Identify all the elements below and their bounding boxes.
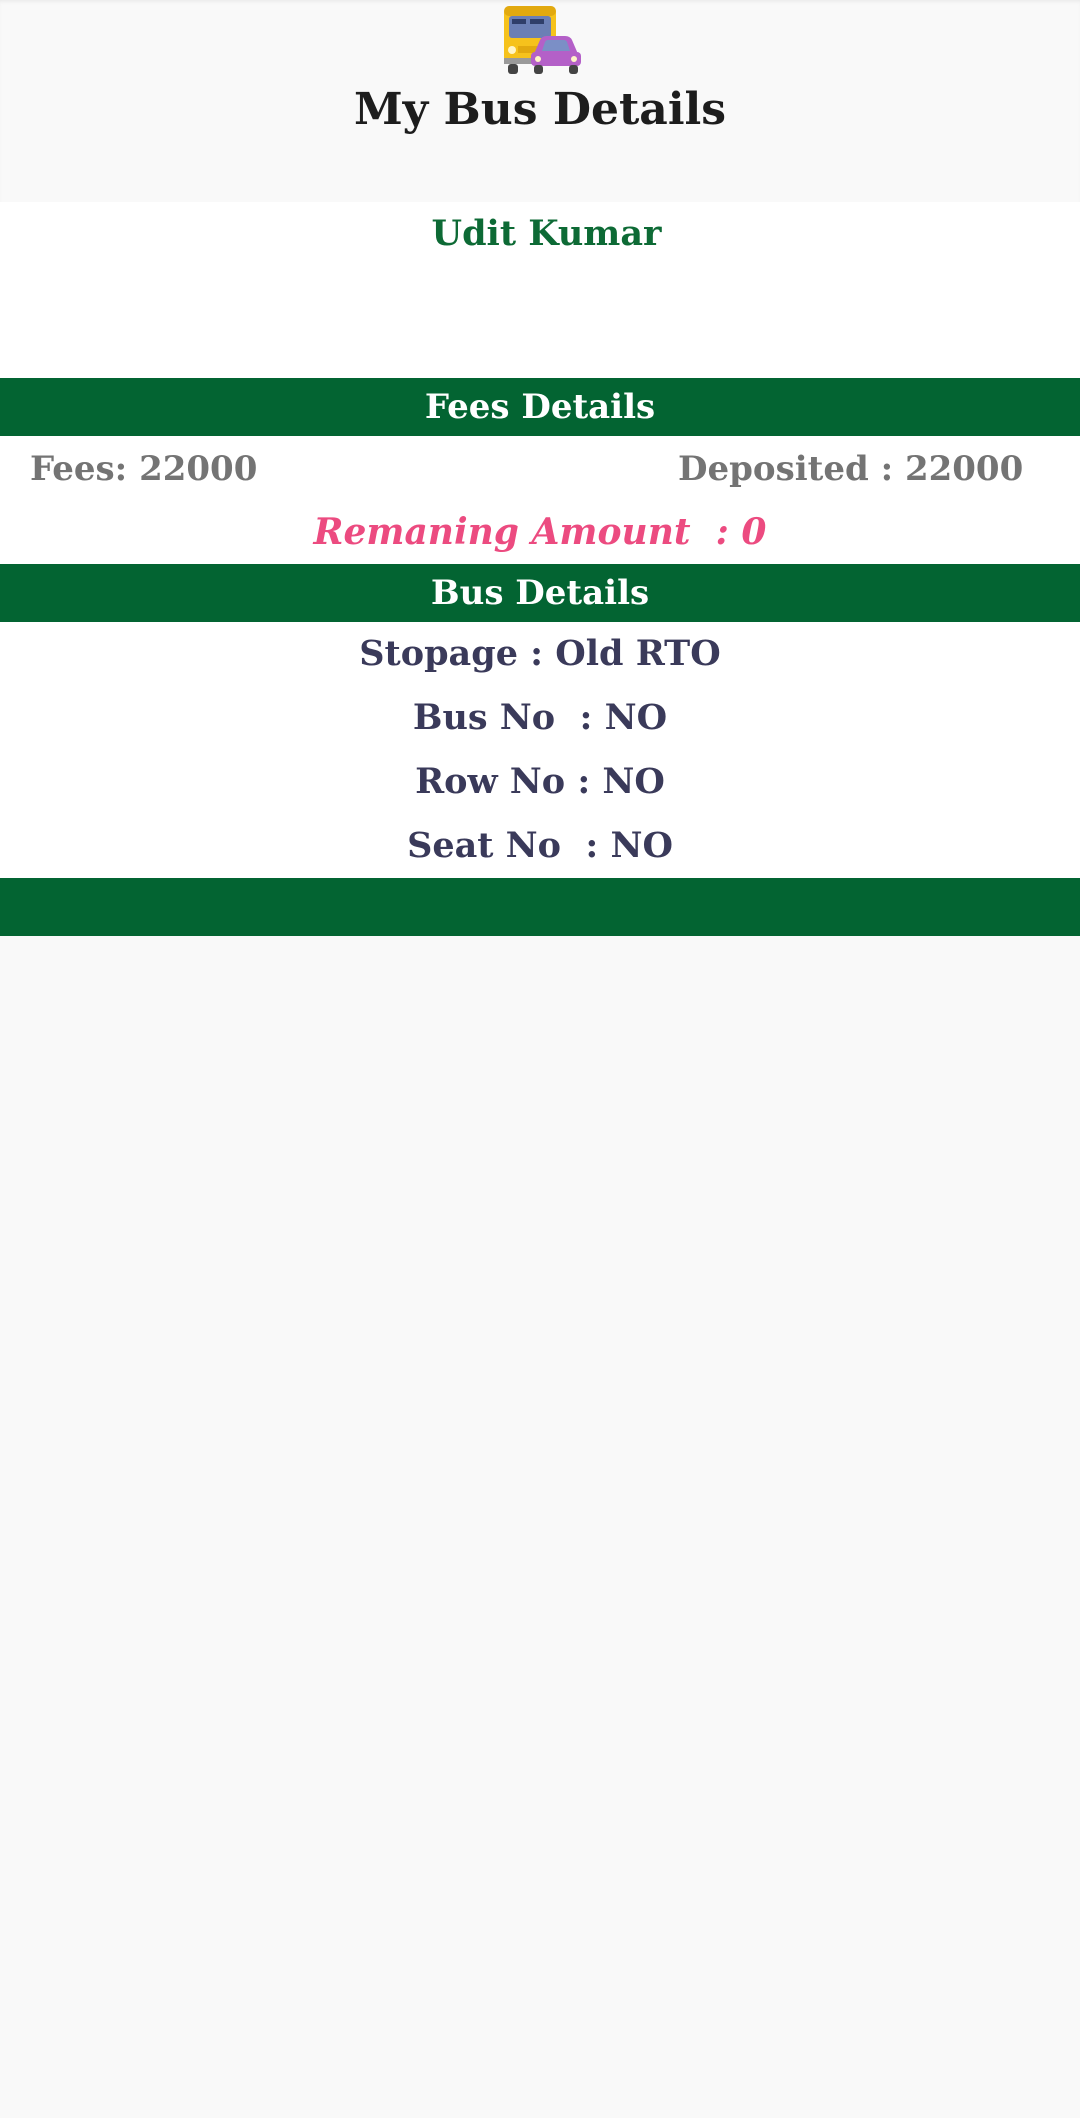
fees-details: Fees: 22000 Deposited : 22000 Remaning A… (0, 436, 1080, 564)
student-info: Udit Kumar (0, 202, 1080, 378)
page-title: My Bus Details (353, 84, 727, 135)
bus-section-header: Bus Details (0, 564, 1080, 622)
seat-number-text: Seat No : NO (407, 825, 673, 866)
fees-section-header: Fees Details (0, 378, 1080, 436)
student-name: Udit Kumar (431, 213, 662, 254)
stopage-text: Stopage : Old RTO (359, 633, 721, 674)
bus-and-car-icon (504, 6, 581, 74)
footer-bar (0, 878, 1080, 936)
row-number-text: Row No : NO (415, 761, 665, 802)
bus-details: Stopage : Old RTO Bus No : NO Row No : N… (0, 622, 1080, 878)
bus-number-text: Bus No : NO (412, 697, 668, 738)
fees-amount: Fees: 22000 (30, 449, 258, 489)
deposited-amount: Deposited : 22000 (678, 449, 1024, 489)
page-header: My Bus Details (0, 0, 1080, 202)
remaining-amount: Remaning Amount : 0 (313, 511, 767, 553)
